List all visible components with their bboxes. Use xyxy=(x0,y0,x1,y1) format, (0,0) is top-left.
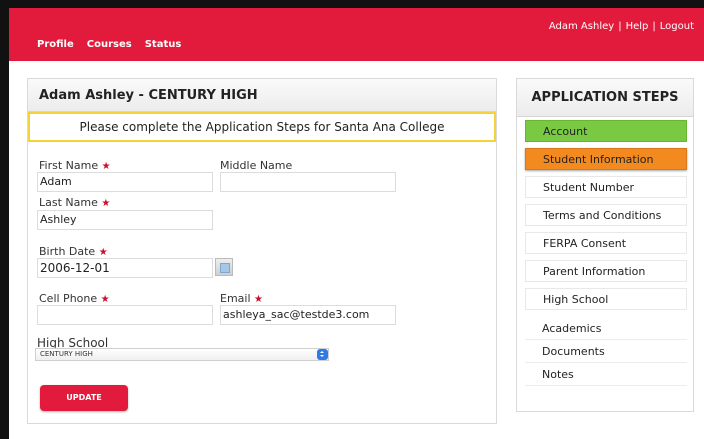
email-label-text: Email xyxy=(220,292,251,305)
window-frame-top xyxy=(0,0,704,8)
cell-phone-label: Cell Phone ★ xyxy=(39,292,110,305)
required-star-icon: ★ xyxy=(98,247,108,258)
cell-phone-field[interactable] xyxy=(37,305,213,325)
high-school-select[interactable]: CENTURY HIGH xyxy=(35,348,329,361)
select-arrows-icon xyxy=(317,349,328,360)
first-name-field[interactable]: Adam xyxy=(37,172,213,192)
last-name-field[interactable]: Ashley xyxy=(37,210,213,230)
logout-link[interactable]: Logout xyxy=(660,21,694,32)
email-field[interactable]: ashleya_sac@testde3.com xyxy=(220,305,396,325)
help-link[interactable]: Help xyxy=(626,21,649,32)
required-star-icon: ★ xyxy=(101,161,111,172)
application-notice: Please complete the Application Steps fo… xyxy=(28,112,496,142)
step-student-information[interactable]: Student Information xyxy=(525,148,687,170)
top-navigation-bar: Profile Courses Status Adam Ashley | Hel… xyxy=(9,8,704,61)
step-ferpa-consent[interactable]: FERPA Consent xyxy=(525,232,687,254)
middle-name-label: Middle Name xyxy=(220,159,293,172)
main-nav: Profile Courses Status xyxy=(37,39,181,50)
birth-date-field[interactable]: 2006-12-01 xyxy=(37,258,213,278)
nav-profile[interactable]: Profile xyxy=(37,39,74,50)
middle-name-field[interactable] xyxy=(220,172,396,192)
high-school-selected-value: CENTURY HIGH xyxy=(40,350,93,358)
calendar-icon[interactable] xyxy=(215,258,233,276)
link-separator: | xyxy=(618,21,622,32)
step-academics[interactable]: Academics xyxy=(525,318,687,340)
first-name-label: First Name ★ xyxy=(39,159,111,172)
step-documents[interactable]: Documents xyxy=(525,341,687,363)
last-name-label: Last Name ★ xyxy=(39,196,110,209)
required-star-icon: ★ xyxy=(100,294,110,305)
step-account[interactable]: Account xyxy=(525,120,687,142)
application-steps-title: APPLICATION STEPS xyxy=(517,79,693,117)
email-label: Email ★ xyxy=(220,292,263,305)
nav-status[interactable]: Status xyxy=(145,39,182,50)
first-name-label-text: First Name xyxy=(39,159,99,172)
link-separator: | xyxy=(652,21,656,32)
window-frame-left xyxy=(0,0,9,439)
update-button[interactable]: UPDATE xyxy=(40,385,128,411)
nav-courses[interactable]: Courses xyxy=(87,39,132,50)
step-high-school[interactable]: High School xyxy=(525,288,687,310)
birth-date-label: Birth Date ★ xyxy=(39,245,108,258)
step-notes[interactable]: Notes xyxy=(525,364,687,386)
step-terms-and-conditions[interactable]: Terms and Conditions xyxy=(525,204,687,226)
birth-date-label-text: Birth Date xyxy=(39,245,96,258)
cell-phone-label-text: Cell Phone xyxy=(39,292,98,305)
step-parent-information[interactable]: Parent Information xyxy=(525,260,687,282)
required-star-icon: ★ xyxy=(101,198,111,209)
student-info-panel: Adam Ashley - CENTURY HIGH Please comple… xyxy=(27,78,497,424)
step-student-number[interactable]: Student Number xyxy=(525,176,687,198)
last-name-label-text: Last Name xyxy=(39,196,98,209)
panel-title: Adam Ashley - CENTURY HIGH xyxy=(28,79,496,112)
application-steps-panel: APPLICATION STEPS Account Student Inform… xyxy=(516,78,694,412)
user-name-link[interactable]: Adam Ashley xyxy=(549,21,614,32)
user-links: Adam Ashley | Help | Logout xyxy=(549,21,694,32)
required-star-icon: ★ xyxy=(254,294,263,305)
